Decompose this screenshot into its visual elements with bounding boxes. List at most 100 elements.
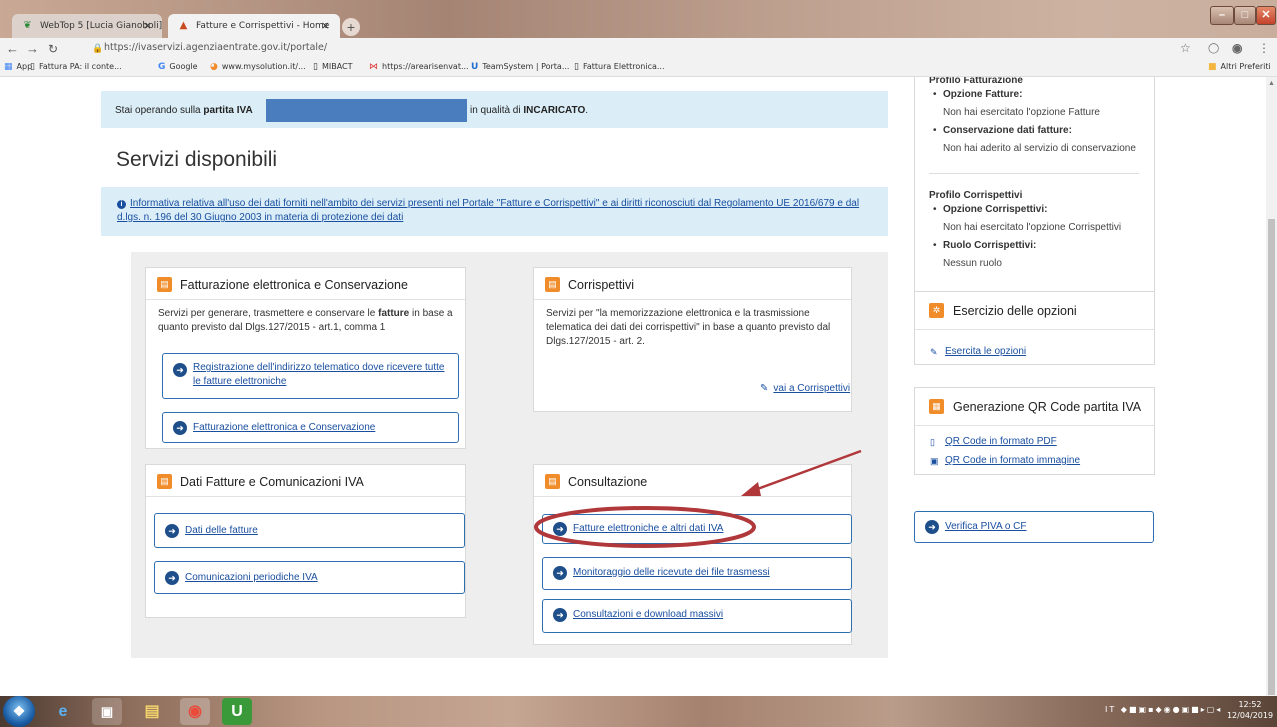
bookmark-apps[interactable]: ▦ App [4, 62, 32, 72]
page-icon: ▯ [30, 62, 35, 72]
remote-desktop-icon[interactable]: ▣ [92, 698, 122, 725]
page-icon: ▯ [574, 62, 579, 72]
esercita-opzioni-link[interactable]: ✎ Esercita le opzioni [915, 344, 1154, 360]
bookmark-mibact[interactable]: ▯ MIBACT [313, 62, 353, 72]
extension-icon[interactable]: ◯ [1208, 43, 1219, 54]
url-field[interactable]: https://ivaservizi.agenziaentrate.gov.it… [104, 42, 327, 53]
arrow-right-icon: ➜ [925, 520, 939, 534]
reload-icon[interactable]: ↻ [48, 41, 58, 57]
dati-fatture-button[interactable]: ➜ Dati delle fatture [154, 513, 465, 548]
bookmark-red-icon: ⋈ [369, 62, 378, 72]
menu-icon[interactable]: ⋮ [1258, 41, 1270, 55]
card-qr-code: ▦ Generazione QR Code partita IVA ▯ QR Cod… [914, 387, 1155, 475]
vai-corrispettivi-link[interactable]: ✎ vai a Corrispettivi [760, 383, 850, 394]
google-icon: G [158, 62, 166, 72]
opzione-corrispettivi-label: Opzione Corrispettivi: [929, 201, 1149, 219]
arrow-right-icon: ➜ [173, 363, 187, 377]
file-explorer-icon[interactable]: ▤ [137, 698, 167, 725]
card-header: ▤ Fatturazione elettronica e Conservazion… [146, 268, 465, 300]
fatture-elettroniche-button[interactable]: ➜ Fatture elettroniche e altri dati IVA [542, 514, 852, 544]
verifica-piva-button[interactable]: ➜ Verifica PIVA o CF [914, 511, 1154, 543]
card-header: ▤ Corrispettivi [534, 268, 851, 300]
privacy-link[interactable]: Informativa relativa all'uso dei dati fo… [117, 198, 859, 223]
bookmarks-bar: ▦ App ▯ Fattura PA: il conte... G Google ◕ w… [0, 60, 1277, 77]
comunicazioni-iva-button[interactable]: ➜ Comunicazioni periodiche IVA [154, 561, 465, 594]
card-header: ▤ Dati Fatture e Comunicazioni IVA [146, 465, 465, 497]
windows-taskbar: ❖ e ▣ ▤ ◉ U IT ◆■▣▪◆◉●▣■▸▢◂ 12:52 12/04/… [0, 696, 1277, 727]
maximize-button[interactable]: □ [1234, 6, 1256, 25]
ruolo-corrispettivi-value: Nessun ruolo [943, 258, 1002, 269]
qr-code-icon: ▦ [929, 399, 944, 414]
card-description: Servizi per generare, trasmettere e cons… [158, 308, 453, 333]
edit-icon: ✎ [760, 383, 769, 394]
arrow-right-icon: ➜ [173, 421, 187, 435]
profilo-fatturazione-title: Profilo Fatturazione [929, 77, 1023, 86]
start-button[interactable]: ❖ [3, 696, 35, 727]
edit-icon: ✎ [930, 347, 938, 357]
teamsystem-icon: U [471, 62, 479, 72]
opzione-fatture-value: Non hai esercitato l'opzione Fatture [943, 107, 1100, 118]
qr-pdf-link[interactable]: ▯ QR Code in formato PDF [915, 434, 1154, 450]
card-dati-fatture: ▤ Dati Fatture e Comunicazioni IVA ➜ Dati … [145, 464, 466, 618]
tab-label: Fatture e Corrispettivi - Home [196, 21, 330, 31]
bookmark-mysolution[interactable]: ◕ www.mysolution.it/... [210, 62, 306, 72]
close-window-button[interactable]: ✕ [1256, 6, 1276, 25]
opzione-corrispettivi-value: Non hai esercitato l'opzione Corrispetti… [943, 222, 1122, 233]
scroll-up-icon[interactable]: ▲ [1268, 80, 1275, 87]
other-bookmarks[interactable]: ■ Altri Preferiti [1208, 62, 1271, 72]
divider [929, 173, 1139, 174]
card-header: ▤ Consultazione [534, 465, 851, 497]
bookmark-fattura-elettronica[interactable]: ▯ Fattura Elettronica... [574, 62, 665, 72]
fatturazione-conservazione-button[interactable]: ➜ Fatturazione elettronica e Conservazion… [162, 412, 459, 443]
webtop-icon: ❦ [23, 20, 32, 31]
account-icon[interactable]: ◉ [1232, 41, 1242, 55]
tab-webtop[interactable]: ❦ WebTop 5 [Lucia Gianoboli] × [12, 14, 162, 38]
close-tab-icon[interactable]: × [321, 14, 330, 38]
conservazione-label: Conservazione dati fatture: [929, 122, 1149, 140]
card-corrispettivi: ▤ Corrispettivi Servizi per "la memorizza… [533, 267, 852, 412]
bookmark-arearisenvat[interactable]: ⋈ https://arearisenvat... [369, 62, 469, 72]
webtop-app-icon[interactable]: U [222, 698, 252, 725]
card-esercizio-opzioni: ✲ Esercizio delle opzioni ✎ Esercita le op… [915, 291, 1154, 363]
system-tray[interactable]: IT ◆■▣▪◆◉●▣■▸▢◂ [1105, 705, 1222, 714]
bookmark-google[interactable]: G Google [158, 62, 198, 72]
privacy-notice: i Informativa relativa all'uso dei dati f… [101, 187, 888, 236]
close-tab-icon[interactable]: × [143, 14, 152, 38]
monitoraggio-ricevute-button[interactable]: ➜ Monitoraggio delle ricevute dei file tr… [542, 557, 852, 590]
star-icon[interactable]: ☆ [1180, 41, 1191, 55]
arrow-right-icon: ➜ [553, 608, 567, 622]
bookmark-fattura-pa[interactable]: ▯ Fattura PA: il conte... [30, 62, 122, 72]
new-tab-button[interactable]: + [342, 18, 360, 36]
download-massivi-button[interactable]: ➜ Consultazioni e download massivi [542, 599, 852, 633]
bookmark-teamsystem[interactable]: U TeamSystem | Porta... [471, 62, 569, 72]
internet-explorer-icon[interactable]: e [48, 698, 78, 725]
redacted-vat-number [266, 99, 467, 122]
document-icon: ▤ [545, 474, 560, 489]
clock[interactable]: 12:52 12/04/2019 [1225, 699, 1275, 721]
chrome-icon[interactable]: ◉ [180, 698, 210, 725]
tab-fatture-corrispettivi[interactable]: ▲ Fatture e Corrispettivi - Home × [168, 14, 340, 38]
ruolo-corrispettivi-label: Ruolo Corrispettivi: [929, 237, 1149, 255]
card-header: ▦ Generazione QR Code partita IVA [915, 388, 1154, 426]
registrazione-indirizzo-button[interactable]: ➜ Registrazione dell'indirizzo telematico… [162, 353, 459, 399]
qr-image-link[interactable]: ▣ QR Code in formato immagine [915, 453, 1154, 469]
mysolution-icon: ◕ [210, 62, 218, 72]
scrollbar[interactable]: ▲ [1266, 77, 1277, 696]
profile-panel: Profilo Fatturazione Opzione Fatture: No… [914, 77, 1155, 365]
lock-icon: 🔒 [92, 43, 104, 53]
apps-icon: ▦ [4, 62, 13, 72]
page-content: Stai operando sulla partita IVA in quali… [0, 77, 1266, 696]
agenzia-entrate-icon: ▲ [179, 20, 188, 31]
minimize-button[interactable]: – [1210, 6, 1234, 25]
arrow-right-icon: ➜ [165, 571, 179, 585]
forward-icon[interactable]: → [26, 41, 39, 57]
card-fatturazione: ▤ Fatturazione elettronica e Conservazion… [145, 267, 466, 449]
arrow-right-icon: ➜ [553, 566, 567, 580]
address-bar: ← → ↻ 🔒 https://ivaservizi.agenziaentrat… [0, 38, 1277, 60]
image-icon: ▣ [930, 456, 939, 466]
scroll-thumb[interactable] [1268, 219, 1275, 695]
card-header: ✲ Esercizio delle opzioni [915, 292, 1154, 330]
gear-icon: ✲ [929, 303, 944, 318]
arrow-right-icon: ➜ [553, 522, 567, 536]
back-icon[interactable]: ← [6, 41, 19, 57]
